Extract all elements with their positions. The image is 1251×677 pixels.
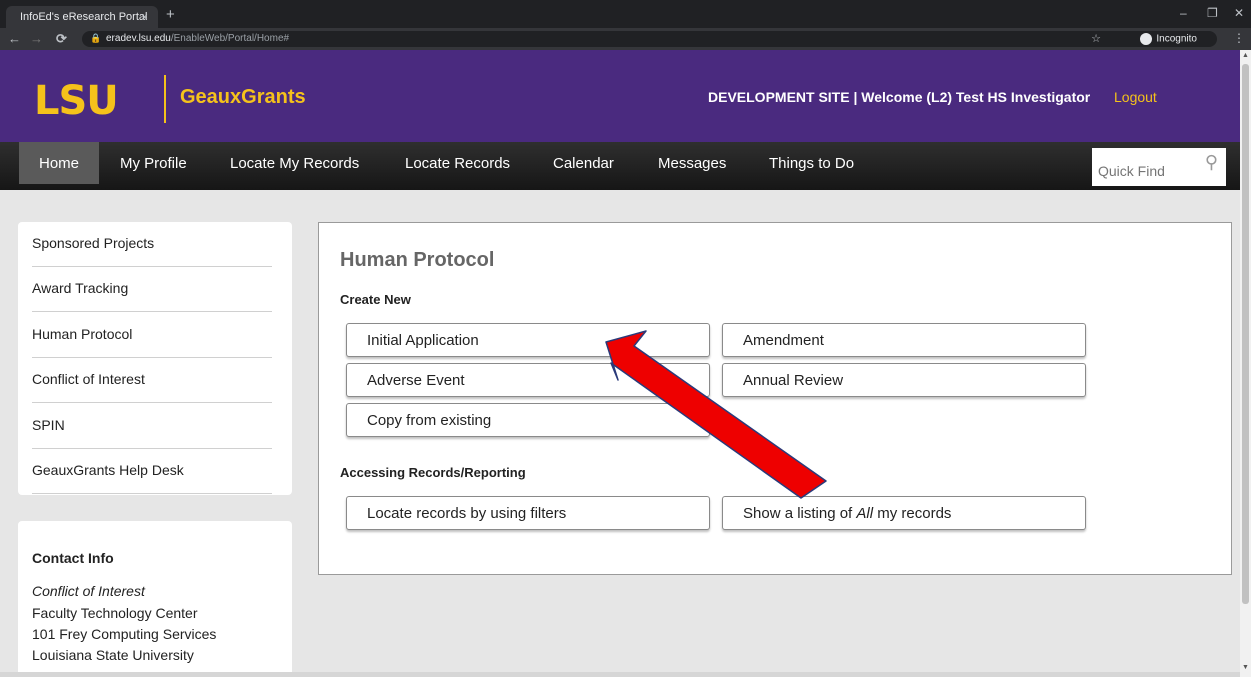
bookmark-star-icon[interactable]: ☆ [1091, 32, 1101, 45]
accessing-records-label: Accessing Records/Reporting [340, 465, 526, 480]
new-tab-icon[interactable]: + [166, 6, 175, 23]
sidebar-menu: Sponsored Projects Award Tracking Human … [18, 222, 292, 495]
browser-tabstrip: InfoEd's eResearch Portal × + – ❐ ✕ [0, 0, 1251, 28]
sidebar-item-conflict-of-interest[interactable]: Conflict of Interest [32, 358, 272, 403]
tab-close-icon[interactable]: × [141, 10, 148, 24]
lock-icon: 🔒 [90, 33, 102, 43]
sidebar-item-spin[interactable]: SPIN [32, 404, 272, 449]
welcome-text: DEVELOPMENT SITE | Welcome (L2) Test HS … [708, 89, 1091, 105]
contact-line: Conflict of Interest [32, 583, 145, 599]
horizontal-scrollbar[interactable] [0, 672, 1240, 677]
quick-find-input[interactable] [1092, 148, 1192, 186]
logo-divider [164, 75, 166, 123]
show-all-records-button[interactable]: Show a listing of All my records [722, 496, 1086, 530]
reload-icon[interactable]: ⟳ [56, 31, 67, 47]
nav-home[interactable]: Home [19, 142, 100, 184]
contact-title: Contact Info [32, 550, 114, 566]
amendment-button[interactable]: Amendment [722, 323, 1086, 357]
quick-find: ⚲ [1092, 148, 1226, 186]
nav-calendar[interactable]: Calendar [553, 142, 614, 184]
page-title: Human Protocol [340, 249, 495, 271]
contact-line: 101 Frey Computing Services [32, 626, 217, 642]
browser-tab[interactable]: InfoEd's eResearch Portal × [6, 6, 158, 28]
annual-review-button[interactable]: Annual Review [722, 363, 1086, 397]
logout-link[interactable]: Logout [1114, 89, 1157, 105]
sidebar-item-award-tracking[interactable]: Award Tracking [32, 267, 272, 312]
url-text: eradev.lsu.edu/EnableWeb/Portal/Home# [106, 33, 290, 44]
search-icon[interactable]: ⚲ [1205, 152, 1218, 173]
minimize-icon[interactable]: – [1180, 6, 1187, 20]
scroll-down-icon[interactable]: ▼ [1242, 664, 1249, 671]
sidebar-item-human-protocol[interactable]: Human Protocol [32, 313, 272, 358]
lsu-logo[interactable]: LSU [34, 78, 119, 124]
nav-locate-my-records[interactable]: Locate My Records [230, 142, 359, 184]
browser-menu-icon[interactable]: ⋮ [1233, 31, 1245, 45]
forward-icon[interactable]: → [30, 31, 43, 46]
nav-things-to-do[interactable]: Things to Do [769, 142, 854, 184]
copy-from-existing-button[interactable]: Copy from existing [346, 403, 710, 437]
sidebar-item-help-desk[interactable]: GeauxGrants Help Desk [32, 449, 272, 494]
human-protocol-panel: Human Protocol Create New Initial Applic… [318, 222, 1232, 575]
adverse-event-button[interactable]: Adverse Event [346, 363, 710, 397]
restore-icon[interactable]: ❐ [1207, 6, 1218, 20]
address-bar[interactable]: 🔒 eradev.lsu.edu/EnableWeb/Portal/Home# … [82, 31, 1217, 47]
scroll-up-icon[interactable]: ▲ [1242, 52, 1249, 59]
nav-messages[interactable]: Messages [658, 142, 726, 184]
brand-name: GeauxGrants [180, 86, 306, 108]
nav-my-profile[interactable]: My Profile [120, 142, 187, 184]
incognito-indicator: Incognito [1140, 33, 1197, 45]
locate-records-filters-button[interactable]: Locate records by using filters [346, 496, 710, 530]
initial-application-button[interactable]: Initial Application [346, 323, 710, 357]
close-window-icon[interactable]: ✕ [1234, 6, 1244, 20]
nav-locate-records[interactable]: Locate Records [405, 142, 510, 184]
back-icon[interactable]: ← [8, 31, 21, 46]
browser-toolbar: ← → ⟳ 🔒 eradev.lsu.edu/EnableWeb/Portal/… [0, 28, 1251, 50]
incognito-icon [1140, 33, 1153, 45]
sidebar-item-sponsored-projects[interactable]: Sponsored Projects [32, 222, 272, 267]
tab-title: InfoEd's eResearch Portal [20, 11, 148, 23]
contact-line: Faculty Technology Center [32, 605, 198, 621]
vertical-scrollbar[interactable]: ▲ ▼ [1240, 50, 1251, 677]
contact-info-card: Contact Info Conflict of Interest Facult… [18, 521, 292, 677]
scrollbar-thumb[interactable] [1242, 64, 1249, 604]
create-new-label: Create New [340, 292, 411, 307]
contact-line: Louisiana State University [32, 647, 194, 663]
